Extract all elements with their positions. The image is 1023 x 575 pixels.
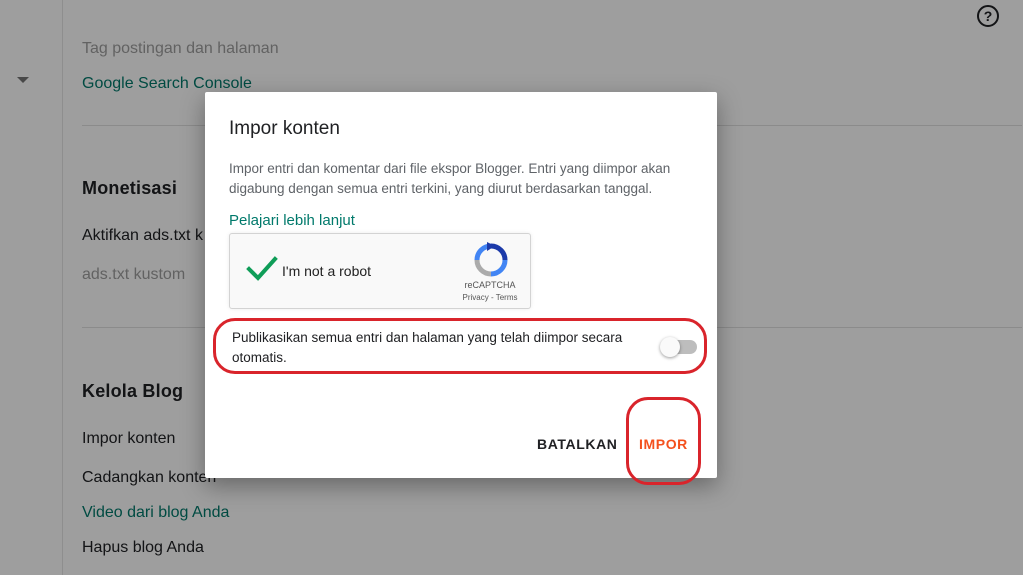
import-content-dialog: Impor konten Impor entri dan komentar da… [205, 92, 717, 485]
recaptcha-brand: reCAPTCHA [464, 280, 516, 290]
learn-more-link[interactable]: Pelajari lebih lanjut [229, 212, 355, 229]
recaptcha-widget[interactable]: I'm not a robot reCAPTCHA Privacy - Term… [229, 233, 531, 309]
auto-publish-label: Publikasikan semua entri dan halaman yan… [232, 330, 623, 365]
recaptcha-logo-icon [474, 242, 508, 277]
import-button[interactable]: IMPOR [635, 432, 692, 456]
recaptcha-terms-link[interactable]: Privacy - Terms [455, 293, 525, 302]
toggle-knob[interactable] [660, 337, 680, 357]
dialog-title: Impor konten [229, 118, 340, 139]
recaptcha-label: I'm not a robot [282, 263, 372, 279]
auto-publish-row: Publikasikan semua entri dan halaman yan… [213, 318, 707, 374]
dialog-description: Impor entri dan komentar dari file ekspo… [229, 161, 671, 196]
cancel-button[interactable]: BATALKAN [533, 432, 622, 456]
auto-publish-toggle[interactable] [660, 337, 697, 357]
checkmark-icon[interactable] [246, 254, 278, 284]
